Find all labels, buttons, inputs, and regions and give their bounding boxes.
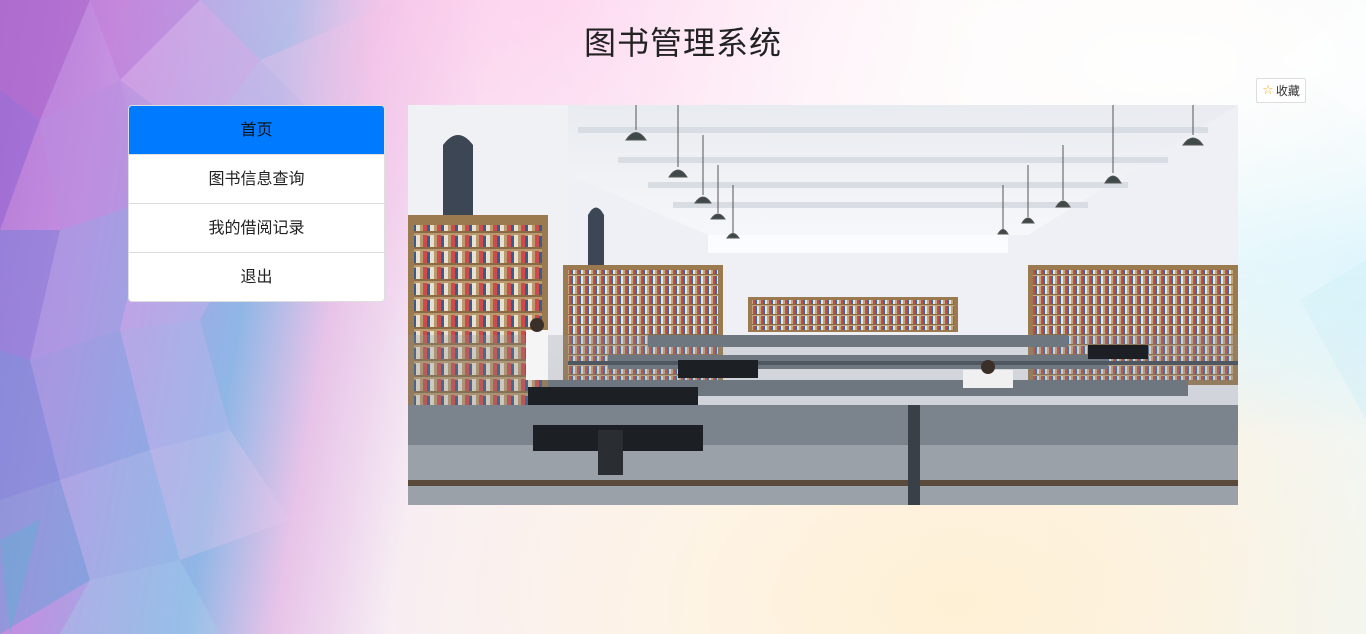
menu-item-book-search[interactable]: 图书信息查询 [129, 154, 384, 203]
favorite-label: 收藏 [1275, 84, 1300, 98]
sidebar-menu: 首页 图书信息查询 我的借阅记录 退出 [128, 105, 385, 302]
star-icon: ☆ [1262, 83, 1274, 98]
menu-item-home[interactable]: 首页 [129, 106, 384, 154]
page-title: 图书管理系统 [583, 24, 782, 62]
favorite-button[interactable]: ☆ 收藏 [1256, 78, 1306, 103]
menu-item-logout[interactable]: 退出 [129, 252, 384, 301]
library-photo [408, 105, 1238, 505]
menu-item-my-borrow-records[interactable]: 我的借阅记录 [129, 203, 384, 252]
